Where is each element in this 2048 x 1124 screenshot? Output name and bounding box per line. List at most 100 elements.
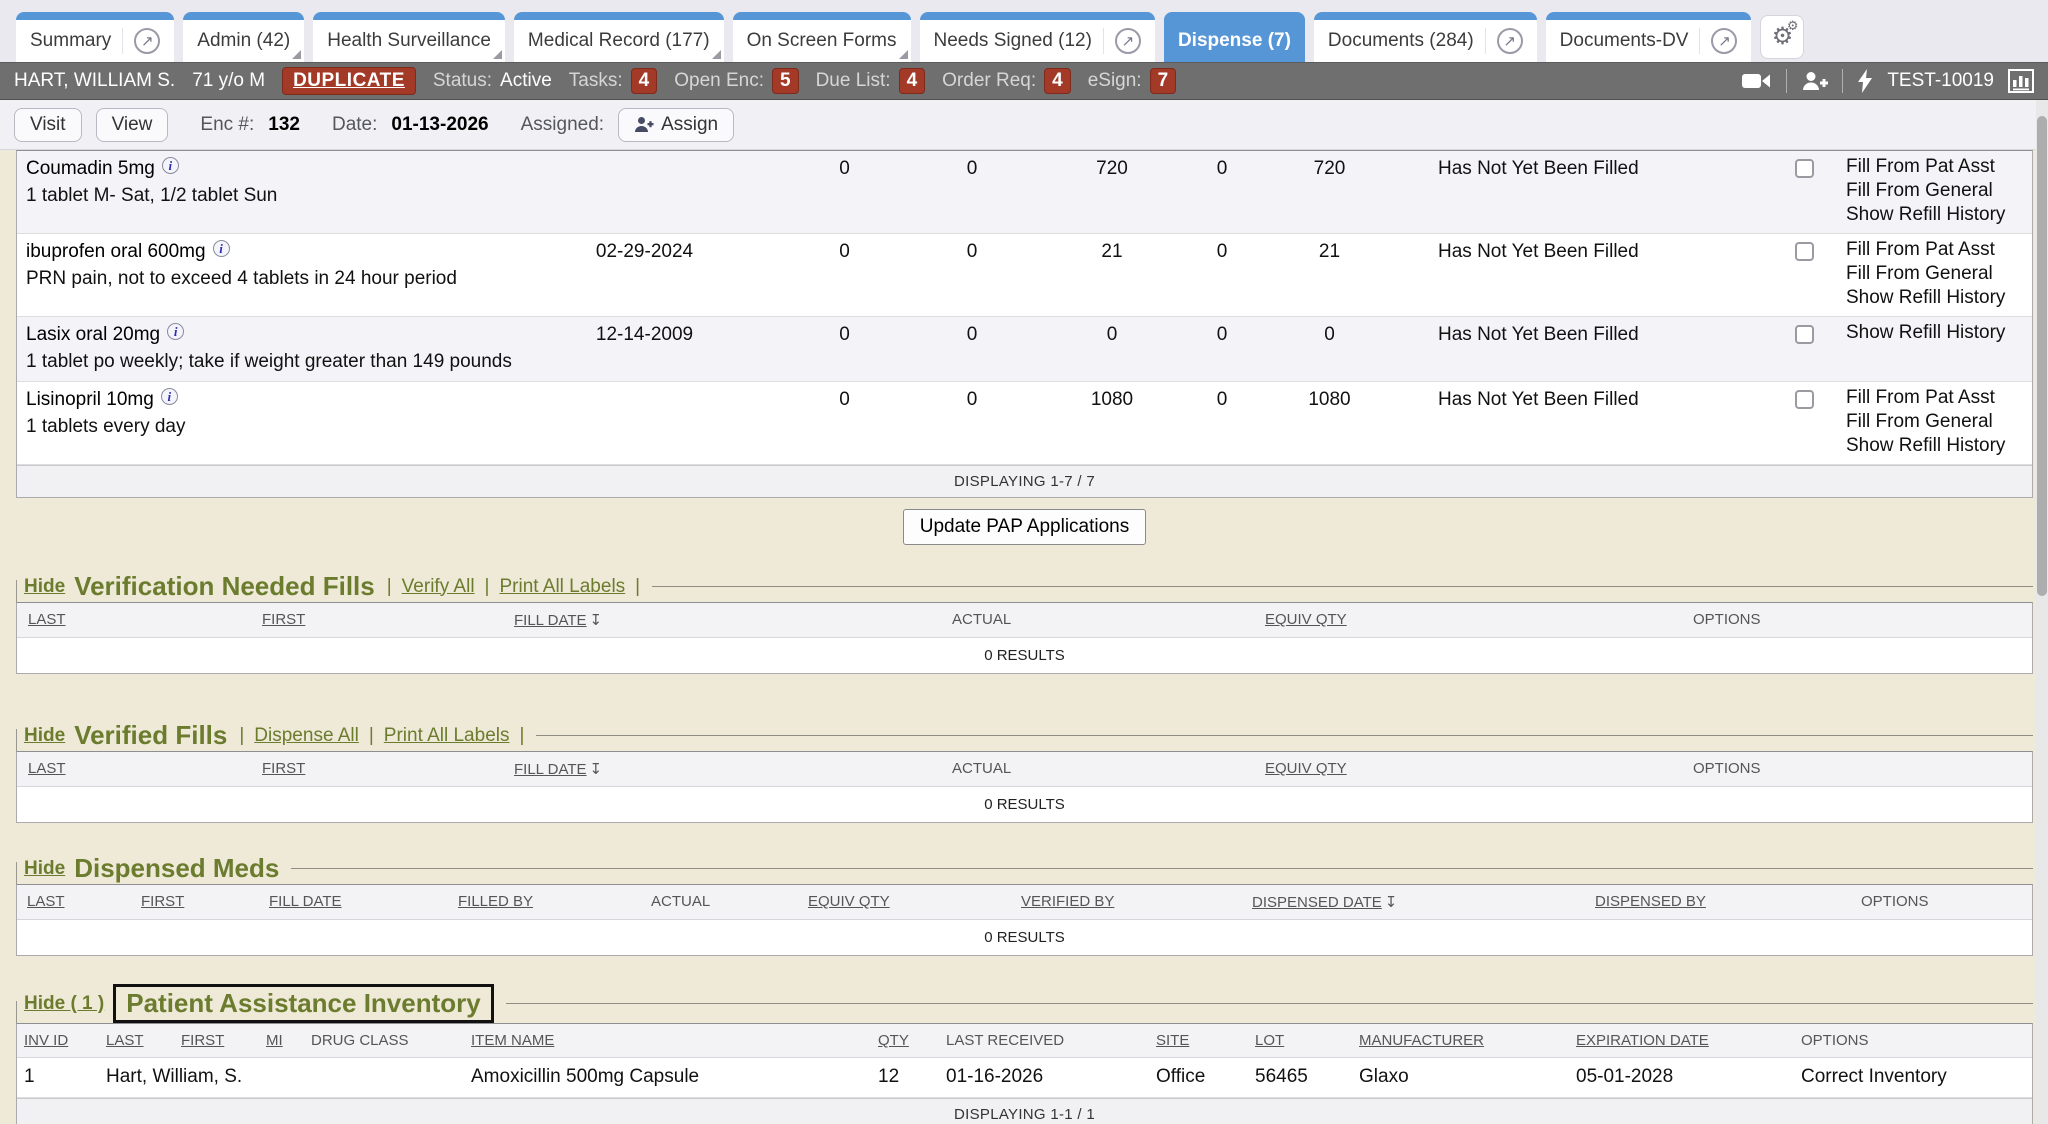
fill-from-general-link[interactable]: Fill From General [1846, 262, 2032, 286]
dispense-screen: Summary ↗ Admin (42) Health Surveillance… [0, 0, 2048, 1124]
add-person-icon[interactable] [1801, 70, 1828, 92]
inv-drug-class [311, 1066, 471, 1088]
med-row-ibuprofen: ibuprofen oral 600mgi PRN pain, not to e… [17, 234, 2032, 317]
inv-last-received: 01-16-2026 [946, 1066, 1156, 1088]
show-refill-history-link[interactable]: Show Refill History [1846, 434, 2032, 458]
due-list-count-badge[interactable]: 4 [899, 68, 926, 94]
show-refill-history-link[interactable]: Show Refill History [1846, 286, 2032, 310]
lightning-icon[interactable] [1857, 69, 1873, 93]
col-first[interactable]: FIRST [262, 611, 514, 629]
dispense-all-link[interactable]: Dispense All [254, 725, 359, 747]
tab-on-screen-forms[interactable]: On Screen Forms [733, 12, 911, 62]
verify-all-link[interactable]: Verify All [402, 576, 475, 598]
tab-health-surveillance[interactable]: Health Surveillance [313, 12, 505, 62]
row-checkbox[interactable] [1795, 159, 1814, 178]
show-refill-history-link[interactable]: Show Refill History [1846, 203, 2032, 227]
vertical-scrollbar[interactable] [2036, 100, 2048, 1124]
fill-from-pat-asst-link[interactable]: Fill From Pat Asst [1846, 155, 2032, 179]
esign-count-badge[interactable]: 7 [1150, 68, 1177, 94]
order-req-count-badge[interactable]: 4 [1044, 68, 1071, 94]
fill-from-pat-asst-link[interactable]: Fill From Pat Asst [1846, 238, 2032, 262]
col-inv-id[interactable]: INV ID [17, 1032, 106, 1049]
tab-admin[interactable]: Admin (42) [183, 12, 304, 62]
tab-documents-dv[interactable]: Documents-DV ↗ [1546, 12, 1752, 62]
col-expiration-date[interactable]: EXPIRATION DATE [1576, 1032, 1801, 1049]
assign-person-icon [634, 116, 654, 133]
col-site[interactable]: SITE [1156, 1032, 1255, 1049]
tab-needs-signed[interactable]: Needs Signed (12) ↗ [920, 12, 1155, 62]
tab-summary[interactable]: Summary ↗ [16, 12, 174, 62]
tab-dispense-active[interactable]: Dispense (7) [1164, 12, 1305, 62]
view-button[interactable]: View [96, 108, 169, 142]
hide-dispensed-link[interactable]: Hide [24, 858, 65, 880]
gear-small-icon: ⚙ [1787, 19, 1799, 32]
row-checkbox[interactable] [1795, 242, 1814, 261]
col-last[interactable]: LAST [17, 611, 262, 629]
assign-button[interactable]: Assign [618, 108, 734, 142]
show-refill-history-link[interactable]: Show Refill History [1846, 321, 2032, 345]
info-icon[interactable]: i [162, 157, 179, 174]
correct-inventory-link[interactable]: Correct Inventory [1801, 1066, 2032, 1088]
med-date [562, 155, 782, 227]
tasks-count-badge[interactable]: 4 [631, 68, 658, 94]
col-fill-date[interactable]: FILL DATE [269, 893, 458, 911]
hide-inventory-link[interactable]: Hide ( 1 ) [24, 993, 104, 1015]
print-all-labels-link[interactable]: Print All Labels [384, 725, 510, 747]
med-qty: 0 [907, 155, 1037, 227]
col-last[interactable]: LAST [17, 760, 262, 778]
col-equiv-qty[interactable]: EQUIV QTY [1265, 611, 1693, 629]
open-enc-count-badge[interactable]: 5 [772, 68, 799, 94]
open-external-icon[interactable]: ↗ [1485, 28, 1523, 54]
col-fill-date[interactable]: FILL DATE [514, 612, 587, 629]
info-icon[interactable]: i [213, 240, 230, 257]
verification-section-title: Verification Needed Fills [74, 571, 375, 602]
col-manufacturer[interactable]: MANUFACTURER [1359, 1032, 1576, 1049]
fill-from-general-link[interactable]: Fill From General [1846, 410, 2032, 434]
update-pap-applications-button[interactable]: Update PAP Applications [903, 509, 1147, 545]
video-camera-icon[interactable] [1741, 71, 1772, 91]
info-icon[interactable]: i [167, 323, 184, 340]
row-checkbox[interactable] [1795, 390, 1814, 409]
med-date: 12-14-2009 [562, 321, 782, 375]
col-first[interactable]: FIRST [141, 893, 269, 911]
col-lot[interactable]: LOT [1255, 1032, 1359, 1049]
open-external-icon[interactable]: ↗ [122, 28, 160, 54]
col-dispensed-date[interactable]: DISPENSED DATE [1252, 894, 1382, 911]
scrollbar-thumb[interactable] [2037, 116, 2047, 596]
col-equiv-qty[interactable]: EQUIV QTY [808, 893, 1021, 911]
stats-chart-icon[interactable] [2008, 69, 2034, 93]
open-external-icon[interactable]: ↗ [1699, 28, 1737, 54]
tab-label: Summary [30, 30, 111, 52]
col-first[interactable]: FIRST [262, 760, 514, 778]
col-item-name[interactable]: ITEM NAME [471, 1032, 878, 1049]
hide-verified-link[interactable]: Hide [24, 725, 65, 747]
med-qty: 21 [1257, 238, 1402, 310]
info-icon[interactable]: i [161, 388, 178, 405]
col-qty[interactable]: QTY [878, 1032, 946, 1049]
tab-label: Documents (284) [1328, 30, 1474, 52]
col-dispensed-by[interactable]: DISPENSED BY [1595, 893, 1861, 911]
open-external-icon[interactable]: ↗ [1103, 28, 1141, 54]
fill-from-general-link[interactable]: Fill From General [1846, 179, 2032, 203]
tab-settings-button[interactable]: ⚙ ⚙ [1760, 15, 1804, 59]
row-checkbox[interactable] [1795, 325, 1814, 344]
col-mi[interactable]: MI [266, 1032, 311, 1049]
visit-button[interactable]: Visit [14, 108, 82, 142]
col-last[interactable]: LAST [17, 893, 141, 911]
tab-medical-record[interactable]: Medical Record (177) [514, 12, 724, 62]
col-verified-by[interactable]: VERIFIED BY [1021, 893, 1252, 911]
print-all-labels-link[interactable]: Print All Labels [499, 576, 625, 598]
col-filled-by[interactable]: FILLED BY [458, 893, 651, 911]
col-options: OPTIONS [1861, 893, 2032, 911]
tab-documents[interactable]: Documents (284) ↗ [1314, 12, 1537, 62]
col-last[interactable]: LAST [106, 1032, 181, 1049]
fill-from-pat-asst-link[interactable]: Fill From Pat Asst [1846, 386, 2032, 410]
duplicate-badge[interactable]: DUPLICATE [282, 67, 416, 95]
col-fill-date[interactable]: FILL DATE [514, 761, 587, 778]
med-qty: 1080 [1257, 386, 1402, 458]
med-qty: 0 [1257, 321, 1402, 375]
hide-verification-link[interactable]: Hide [24, 576, 65, 598]
col-drug-class: DRUG CLASS [311, 1032, 471, 1049]
col-first[interactable]: FIRST [181, 1032, 266, 1049]
col-equiv-qty[interactable]: EQUIV QTY [1265, 760, 1693, 778]
